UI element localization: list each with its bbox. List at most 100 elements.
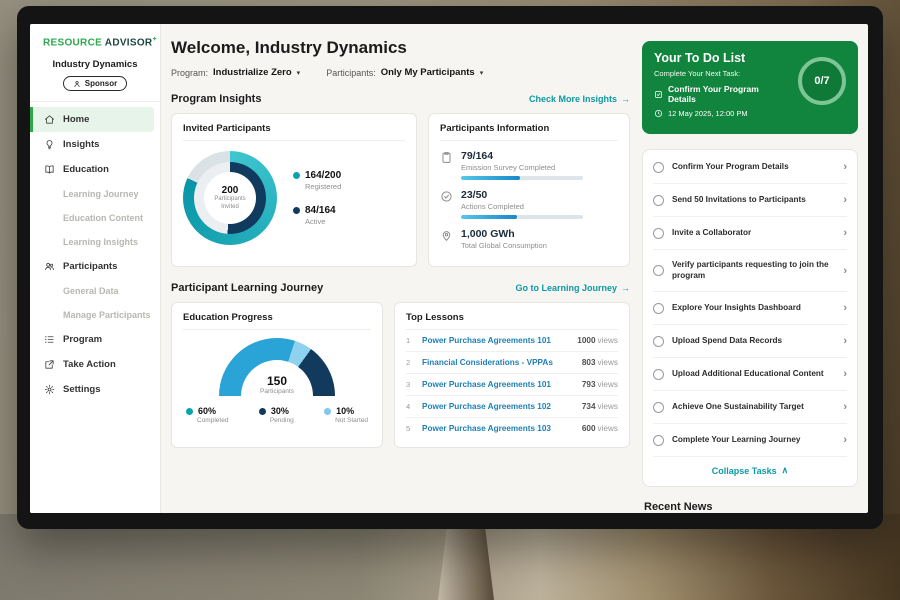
chevron-down-icon: ▾ [297,69,301,77]
stat-value: 23/50 [461,189,583,201]
check-more-insights-link[interactable]: Check More Insights → [529,94,630,104]
todo-next-task[interactable]: Confirm Your Program Details [654,84,789,104]
lesson-row[interactable]: 2 Financial Considerations - VPPAs 803vi… [406,352,618,374]
chevron-right-icon[interactable]: › [843,434,847,446]
task-checkbox[interactable] [653,435,664,446]
recent-news-title: Recent News [642,501,858,513]
todo-tasks-card: Confirm Your Program Details › Send 50 I… [642,149,858,487]
donut-center-label: Participants Invited [209,196,251,211]
donut-inner-ring: 200 Participants Invited [194,162,266,234]
todo-task-row[interactable]: Send 50 Invitations to Participants › [653,184,847,217]
sidebar-item-learning-insights[interactable]: Learning Insights [30,230,160,254]
collapse-tasks-button[interactable]: Collapse Tasks ∧ [653,457,847,486]
link-label: Check More Insights [529,94,617,104]
task-checkbox[interactable] [653,195,664,206]
todo-task-row[interactable]: Upload Spend Data Records › [653,325,847,358]
lesson-row[interactable]: 4 Power Purchase Agreements 102 734views [406,396,618,418]
gauge-center-value: 150 [219,375,335,388]
chevron-right-icon[interactable]: › [843,265,847,277]
chevron-right-icon[interactable]: › [843,302,847,314]
todo-task-row[interactable]: Upload Additional Educational Content › [653,358,847,391]
legend-item-active: 84/164 Active [293,205,341,226]
external-action-icon [44,359,55,370]
lesson-title-link[interactable]: Power Purchase Agreements 101 [422,380,574,389]
section-title: Participant Learning Journey [171,282,323,294]
sidebar-item-take-action[interactable]: Take Action [30,352,160,377]
sidebar-item-general-data[interactable]: General Data [30,279,160,303]
progress-bar [461,176,583,180]
collapse-tasks-label: Collapse Tasks [712,466,777,476]
program-filter[interactable]: Program: Industrialize Zero ▾ [171,67,300,78]
sidebar-item-program[interactable]: Program [30,327,160,352]
sidebar-item-insights[interactable]: Insights [30,132,160,157]
lesson-title-link[interactable]: Power Purchase Agreements 103 [422,424,574,433]
card-title: Education Progress [183,312,371,330]
sidebar-item-label: Insights [63,139,99,150]
todo-task-row[interactable]: Complete Your Learning Journey › [653,424,847,457]
learning-journey-header: Participant Learning Journey Go to Learn… [171,282,630,294]
program-insights-header: Program Insights Check More Insights → [171,93,630,105]
todo-task-row[interactable]: Achieve One Sustainability Target › [653,391,847,424]
arrow-right-icon: → [621,94,630,104]
legend-label: Not Started [335,417,368,424]
lesson-rank: 1 [406,336,414,345]
participants-filter[interactable]: Participants: Only My Participants ▾ [326,67,483,78]
task-checkbox[interactable] [653,228,664,239]
sidebar-item-home[interactable]: Home [30,107,154,132]
task-checkbox[interactable] [653,369,664,380]
sidebar-item-education-content[interactable]: Education Content [30,206,160,230]
chevron-up-icon: ∧ [782,465,789,476]
sidebar-item-participants[interactable]: Participants [30,254,160,279]
lesson-title-link[interactable]: Power Purchase Agreements 101 [422,336,569,345]
sidebar-subitem-label: Manage Participants [63,310,151,320]
task-checkbox[interactable] [653,303,664,314]
sidebar-item-learning-journey[interactable]: Learning Journey [30,182,160,206]
sidebar-item-settings[interactable]: Settings [30,377,160,402]
task-label: Upload Additional Educational Content [672,369,835,380]
todo-task-row[interactable]: Invite a Collaborator › [653,217,847,250]
todo-task-row[interactable]: Explore Your Insights Dashboard › [653,292,847,325]
link-label: Go to Learning Journey [515,283,617,293]
task-checkbox[interactable] [653,162,664,173]
legend-label: Active [305,217,341,226]
sidebar-subitem-label: Learning Journey [63,189,139,199]
sidebar-item-label: Home [63,114,89,125]
legend-dot [293,207,300,214]
chevron-right-icon[interactable]: › [843,401,847,413]
sidebar-item-label: Participants [63,261,117,272]
chevron-right-icon[interactable]: › [843,335,847,347]
legend-label: Completed [197,417,228,424]
lesson-views: 734 [582,402,596,411]
sidebar-item-education[interactable]: Education [30,157,160,182]
chevron-right-icon[interactable]: › [843,368,847,380]
legend-dot [324,408,331,415]
lesson-row[interactable]: 5 Power Purchase Agreements 103 600views [406,418,618,439]
todo-task-row[interactable]: Verify participants requesting to join t… [653,250,847,292]
task-checkbox[interactable] [653,402,664,413]
section-title: Program Insights [171,93,261,105]
program-insights-cards: Invited Participants 200 Participants In… [171,113,630,267]
lesson-views-unit: views [598,424,618,433]
lesson-row[interactable]: 3 Power Purchase Agreements 101 793views [406,374,618,396]
chevron-right-icon[interactable]: › [843,161,847,173]
task-checkbox[interactable] [653,265,664,276]
lesson-row[interactable]: 1 Power Purchase Agreements 101 1000view… [406,330,618,352]
page-title: Welcome, Industry Dynamics [171,38,630,58]
program-filter-value: Industrialize Zero [213,67,292,78]
todo-task-row[interactable]: Confirm Your Program Details › [653,151,847,184]
filter-bar: Program: Industrialize Zero ▾ Participan… [171,67,630,78]
card-title: Participants Information [440,123,618,141]
go-to-learning-journey-link[interactable]: Go to Learning Journey → [515,283,630,293]
logo-resource: RESOURCE [43,37,102,48]
chevron-right-icon[interactable]: › [843,194,847,206]
lesson-title-link[interactable]: Financial Considerations - VPPAs [422,358,574,367]
stat-global-consumption: 1,000 GWh Total Global Consumption [440,228,618,250]
task-checkbox[interactable] [653,336,664,347]
sidebar-item-manage-participants[interactable]: Manage Participants [30,303,160,327]
chevron-right-icon[interactable]: › [843,227,847,239]
lesson-title-link[interactable]: Power Purchase Agreements 102 [422,402,574,411]
list-icon [44,334,55,345]
invited-donut-chart: 200 Participants Invited [183,151,277,245]
stat-actions-completed: 23/50 Actions Completed [440,189,618,219]
monitor-bezel: RESOURCE ADVISOR+ Industry Dynamics Spon… [17,6,883,529]
